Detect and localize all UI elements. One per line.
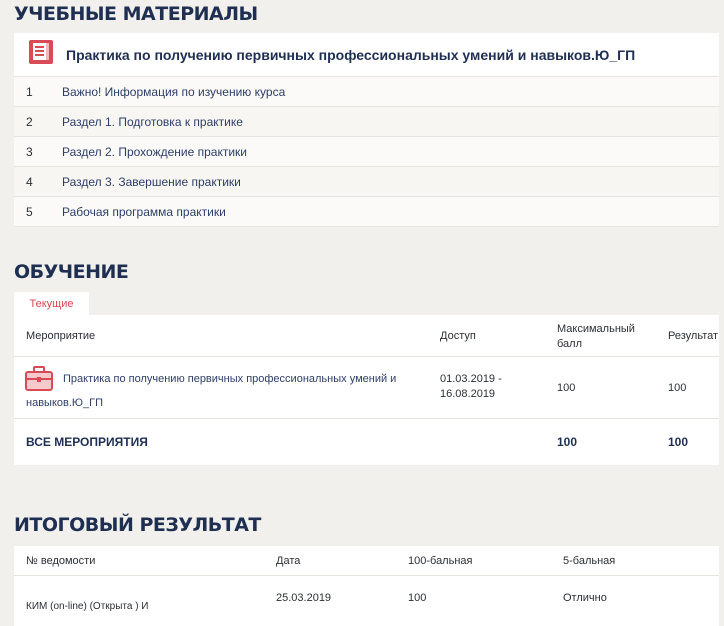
table-row: КИМ (on-line) (Открыта ) И 25.03.2019 10… xyxy=(14,576,719,626)
material-label[interactable]: Раздел 2. Прохождение практики xyxy=(62,145,247,159)
header-statement: № ведомости xyxy=(26,555,96,567)
access-dates-2: 16.08.2019 xyxy=(440,388,496,400)
material-label[interactable]: Раздел 1. Подготовка к практике xyxy=(62,115,243,129)
header-score5: 5-бальная xyxy=(563,555,616,567)
education-title: ОБУЧЕНИЕ xyxy=(14,261,129,283)
material-number: 3 xyxy=(26,144,33,159)
briefcase-icon xyxy=(24,366,54,395)
access-dates: 01.03.2019 - xyxy=(440,373,502,385)
table-header: № ведомости Дата 100-бальная 5-бальная xyxy=(14,546,719,576)
statement-value: КИМ (on-line) (Открыта ) И xyxy=(26,601,149,612)
max-score-value: 100 xyxy=(557,382,576,394)
material-number: 1 xyxy=(26,84,33,99)
material-item[interactable]: 2 Раздел 1. Подготовка к практике xyxy=(14,107,719,137)
date-value: 25.03.2019 xyxy=(276,592,332,604)
materials-title: УЧЕБНЫЕ МАТЕРИАЛЫ xyxy=(14,3,258,25)
material-item[interactable]: 1 Важно! Информация по изучению курса xyxy=(14,77,719,107)
total-row: ВСЕ МЕРОПРИЯТИЯ 100 100 xyxy=(14,419,719,465)
book-icon xyxy=(28,39,66,70)
material-item[interactable]: 4 Раздел 3. Завершение практики xyxy=(14,167,719,197)
material-item[interactable]: 3 Раздел 2. Прохождение практики xyxy=(14,137,719,167)
header-access: Доступ xyxy=(440,330,476,342)
total-label: ВСЕ МЕРОПРИЯТИЯ xyxy=(26,435,148,449)
table-row[interactable]: Практика по получению первичных професси… xyxy=(14,357,719,419)
header-date: Дата xyxy=(276,555,301,567)
total-result: 100 xyxy=(668,435,689,449)
education-table: Мероприятие Доступ Максимальный балл Рез… xyxy=(14,315,719,465)
event-link-2[interactable]: навыков.Ю_ГП xyxy=(26,397,103,409)
material-item[interactable]: 5 Рабочая программа практики xyxy=(14,197,719,227)
total-max-score: 100 xyxy=(557,435,578,449)
material-label[interactable]: Рабочая программа практики xyxy=(62,205,226,219)
score100-value: 100 xyxy=(408,592,427,604)
materials-panel: Практика по получению первичных професси… xyxy=(14,33,719,227)
course-header[interactable]: Практика по получению первичных професси… xyxy=(14,33,719,77)
material-number: 5 xyxy=(26,204,33,219)
header-event: Мероприятие xyxy=(26,330,96,342)
material-label[interactable]: Раздел 3. Завершение практики xyxy=(62,175,241,189)
material-number: 4 xyxy=(26,174,33,189)
header-max-score: Максимальный xyxy=(557,323,635,335)
table-header: Мероприятие Доступ Максимальный балл Рез… xyxy=(14,315,719,357)
final-title: ИТОГОВЫЙ РЕЗУЛЬТАТ xyxy=(14,514,261,536)
score5-value: Отлично xyxy=(563,592,607,604)
header-max-score-2: балл xyxy=(557,338,583,350)
event-link[interactable]: Практика по получению первичных професси… xyxy=(63,373,396,385)
result-value: 100 xyxy=(668,382,687,394)
final-table: № ведомости Дата 100-бальная 5-бальная К… xyxy=(14,546,719,626)
material-label[interactable]: Важно! Информация по изучению курса xyxy=(62,85,285,99)
material-number: 2 xyxy=(26,114,33,129)
course-title[interactable]: Практика по получению первичных професси… xyxy=(66,47,635,63)
header-result: Результат xyxy=(668,330,719,342)
materials-list: 1 Важно! Информация по изучению курса 2 … xyxy=(14,77,719,227)
tab-current[interactable]: Текущие xyxy=(14,292,89,315)
header-score100: 100-бальная xyxy=(408,555,473,567)
